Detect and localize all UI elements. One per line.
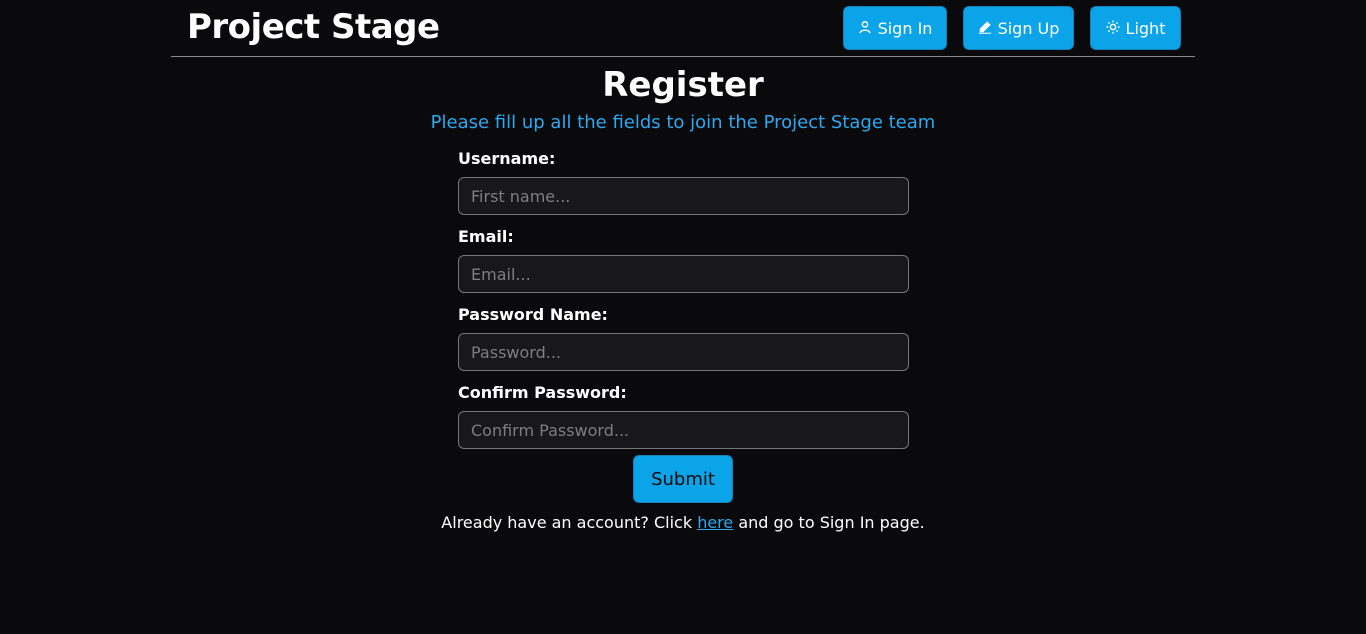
password-input[interactable]: [458, 333, 909, 371]
pencil-icon: [978, 19, 992, 38]
navbar: Project Stage Sign In Sign Up Light: [171, 0, 1195, 57]
confirm-password-input[interactable]: [458, 411, 909, 449]
sign-up-label: Sign Up: [997, 18, 1060, 38]
sign-in-label: Sign In: [877, 18, 933, 38]
username-label: Username:: [458, 149, 556, 168]
confirm-password-label: Confirm Password:: [458, 383, 627, 402]
username-input[interactable]: [458, 177, 909, 215]
sign-in-prompt-prefix: Already have an account? Click: [441, 513, 698, 532]
submit-button[interactable]: Submit: [633, 455, 733, 503]
email-input[interactable]: [458, 255, 909, 293]
sign-in-prompt: Already have an account? Click here and …: [0, 513, 1366, 533]
sun-icon: [1105, 19, 1120, 38]
password-label: Password Name:: [458, 305, 608, 324]
page-title: Register: [602, 65, 764, 105]
theme-toggle-button[interactable]: Light: [1090, 6, 1181, 50]
brand-title[interactable]: Project Stage: [187, 7, 440, 47]
page-subtitle: Please fill up all the fields to join th…: [430, 112, 936, 133]
email-label: Email:: [458, 227, 514, 246]
sign-in-button[interactable]: Sign In: [843, 6, 947, 50]
theme-toggle-label: Light: [1125, 18, 1166, 38]
sign-in-link[interactable]: here: [697, 513, 733, 532]
sign-up-button[interactable]: Sign Up: [963, 6, 1074, 50]
user-icon: [858, 19, 872, 38]
sign-in-prompt-suffix: and go to Sign In page.: [733, 513, 925, 532]
